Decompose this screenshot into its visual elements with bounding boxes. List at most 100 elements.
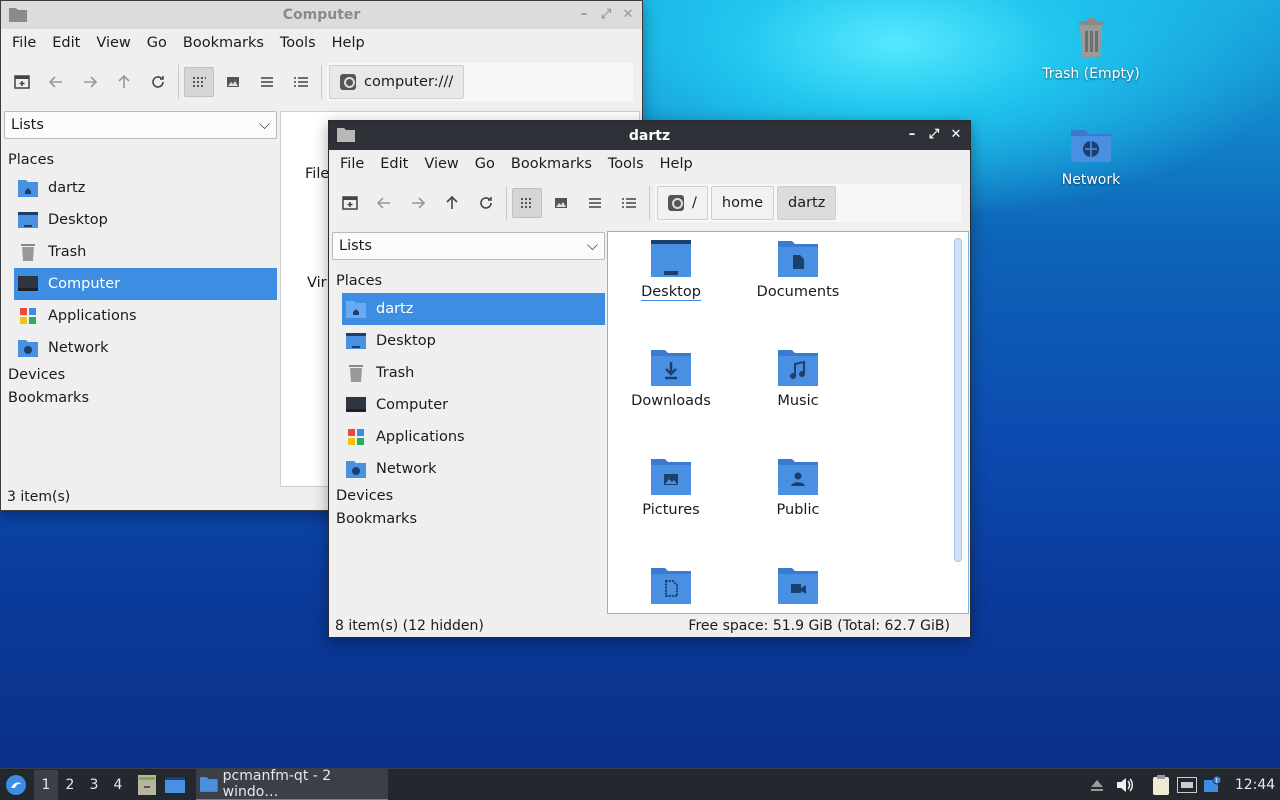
menu-view[interactable]: View [88, 35, 138, 51]
file-label: Public [776, 502, 820, 518]
section-bookmarks[interactable]: Bookmarks [332, 508, 605, 531]
maximize-button[interactable]: ⤢ [598, 6, 614, 22]
desktop-icon-network[interactable]: Network [1036, 120, 1146, 188]
compact-view-button[interactable] [580, 188, 610, 218]
folder-desktop[interactable]: Desktop [611, 240, 731, 301]
desktop-3-button[interactable]: 3 [82, 770, 106, 800]
section-devices[interactable]: Devices [4, 364, 277, 387]
up-button[interactable] [109, 67, 139, 97]
quicklaunch-file-manager[interactable] [134, 769, 160, 800]
task-button-pcmanfm[interactable]: pcmanfm-qt - 2 windo… [196, 768, 388, 800]
titlebar[interactable]: Computer – ⤢ ✕ [1, 1, 642, 29]
start-menu-button[interactable] [0, 769, 32, 800]
file-view[interactable]: Desktop Documents Downloads Music Pictur… [607, 231, 969, 614]
breadcrumb-root[interactable]: / [657, 186, 708, 220]
vertical-scrollbar[interactable] [954, 238, 962, 562]
folder-downloads[interactable]: Downloads [611, 349, 731, 409]
desktop-icon-trash[interactable]: Trash (Empty) [1036, 14, 1146, 82]
place-dartz[interactable]: dartz [14, 172, 277, 204]
icon-view-button[interactable] [184, 67, 214, 97]
section-devices[interactable]: Devices [332, 485, 605, 508]
minimize-button[interactable]: – [904, 126, 920, 142]
place-desktop[interactable]: Desktop [14, 204, 277, 236]
maximize-button[interactable]: ⤢ [926, 126, 942, 142]
section-places[interactable]: Places [332, 270, 605, 293]
desktop-icon-label: Trash (Empty) [1042, 66, 1140, 82]
new-tab-button[interactable] [335, 188, 365, 218]
forward-button[interactable] [403, 188, 433, 218]
menu-go[interactable]: Go [467, 156, 503, 172]
breadcrumb-home[interactable]: home [710, 186, 774, 220]
file-item[interactable]: Vir [307, 275, 327, 291]
menu-tools[interactable]: Tools [272, 35, 324, 51]
place-desktop[interactable]: Desktop [342, 325, 605, 357]
place-applications[interactable]: Applications [342, 421, 605, 453]
menu-bookmarks[interactable]: Bookmarks [175, 35, 272, 51]
menubar: File Edit View Go Bookmarks Tools Help [329, 150, 970, 178]
icon-view-button[interactable] [512, 188, 542, 218]
file-item[interactable]: File [305, 166, 329, 182]
menu-go[interactable]: Go [139, 35, 175, 51]
place-network[interactable]: Network [342, 453, 605, 485]
thumbnail-view-button[interactable] [218, 67, 248, 97]
folder-videos[interactable] [738, 567, 858, 611]
up-button[interactable] [437, 188, 467, 218]
side-pane-mode-select[interactable]: Lists ⌵ [4, 111, 277, 139]
show-desktop-button[interactable] [160, 769, 190, 800]
close-button[interactable]: ✕ [620, 6, 636, 22]
menu-help[interactable]: Help [652, 156, 701, 172]
tray-expand-button[interactable] [1084, 769, 1110, 800]
forward-button[interactable] [75, 67, 105, 97]
section-bookmarks[interactable]: Bookmarks [4, 387, 277, 410]
volume-button[interactable] [1110, 769, 1140, 800]
place-applications[interactable]: Applications [14, 300, 277, 332]
compact-view-button[interactable] [252, 67, 282, 97]
detailed-list-icon [294, 77, 308, 87]
reload-button[interactable] [143, 67, 173, 97]
reload-button[interactable] [471, 188, 501, 218]
update-notifier-button[interactable]: ! [1200, 769, 1226, 800]
desktop-1-button[interactable]: 1 [34, 769, 58, 800]
new-tab-button[interactable] [7, 67, 37, 97]
detailed-view-button[interactable] [614, 188, 644, 218]
path-bar[interactable]: computer:/// [327, 63, 633, 101]
menu-file[interactable]: File [332, 156, 372, 172]
desktop-4-button[interactable]: 4 [106, 770, 130, 800]
folder-pictures[interactable]: Pictures [611, 458, 731, 518]
menu-bookmarks[interactable]: Bookmarks [503, 156, 600, 172]
side-pane-mode-select[interactable]: Lists ⌵ [332, 232, 605, 260]
back-button[interactable] [369, 188, 399, 218]
network-status-button[interactable] [1174, 769, 1200, 800]
close-button[interactable]: ✕ [948, 126, 964, 142]
menu-tools[interactable]: Tools [600, 156, 652, 172]
folder-public[interactable]: Public [738, 458, 858, 518]
thumbnail-view-button[interactable] [546, 188, 576, 218]
menu-view[interactable]: View [416, 156, 466, 172]
clock[interactable]: 12:44 [1230, 769, 1280, 800]
section-places[interactable]: Places [4, 149, 277, 172]
menu-help[interactable]: Help [324, 35, 373, 51]
file-manager-window-dartz[interactable]: dartz – ⤢ ✕ File Edit View Go Bookmarks … [328, 120, 971, 638]
minimize-button[interactable]: – [576, 6, 592, 22]
menu-edit[interactable]: Edit [44, 35, 88, 51]
arrow-left-icon [48, 76, 62, 88]
menu-edit[interactable]: Edit [372, 156, 416, 172]
place-dartz[interactable]: dartz [342, 293, 605, 325]
back-button[interactable] [41, 67, 71, 97]
detailed-view-button[interactable] [286, 67, 316, 97]
place-trash[interactable]: Trash [342, 357, 605, 389]
folder-documents[interactable]: Documents [738, 240, 858, 300]
desktop-2-button[interactable]: 2 [58, 770, 82, 800]
place-network[interactable]: Network [14, 332, 277, 364]
place-computer[interactable]: Computer [342, 389, 605, 421]
breadcrumb-dartz[interactable]: dartz [777, 186, 837, 220]
titlebar[interactable]: dartz – ⤢ ✕ [329, 121, 970, 150]
breadcrumb-computer[interactable]: computer:/// [329, 65, 465, 99]
place-trash[interactable]: Trash [14, 236, 277, 268]
folder-music[interactable]: Music [738, 349, 858, 409]
place-computer[interactable]: Computer [14, 268, 277, 300]
folder-templates[interactable] [611, 567, 731, 611]
clipboard-button[interactable] [1148, 769, 1174, 800]
menu-file[interactable]: File [4, 35, 44, 51]
chevron-down-icon: ⌵ [587, 238, 598, 254]
